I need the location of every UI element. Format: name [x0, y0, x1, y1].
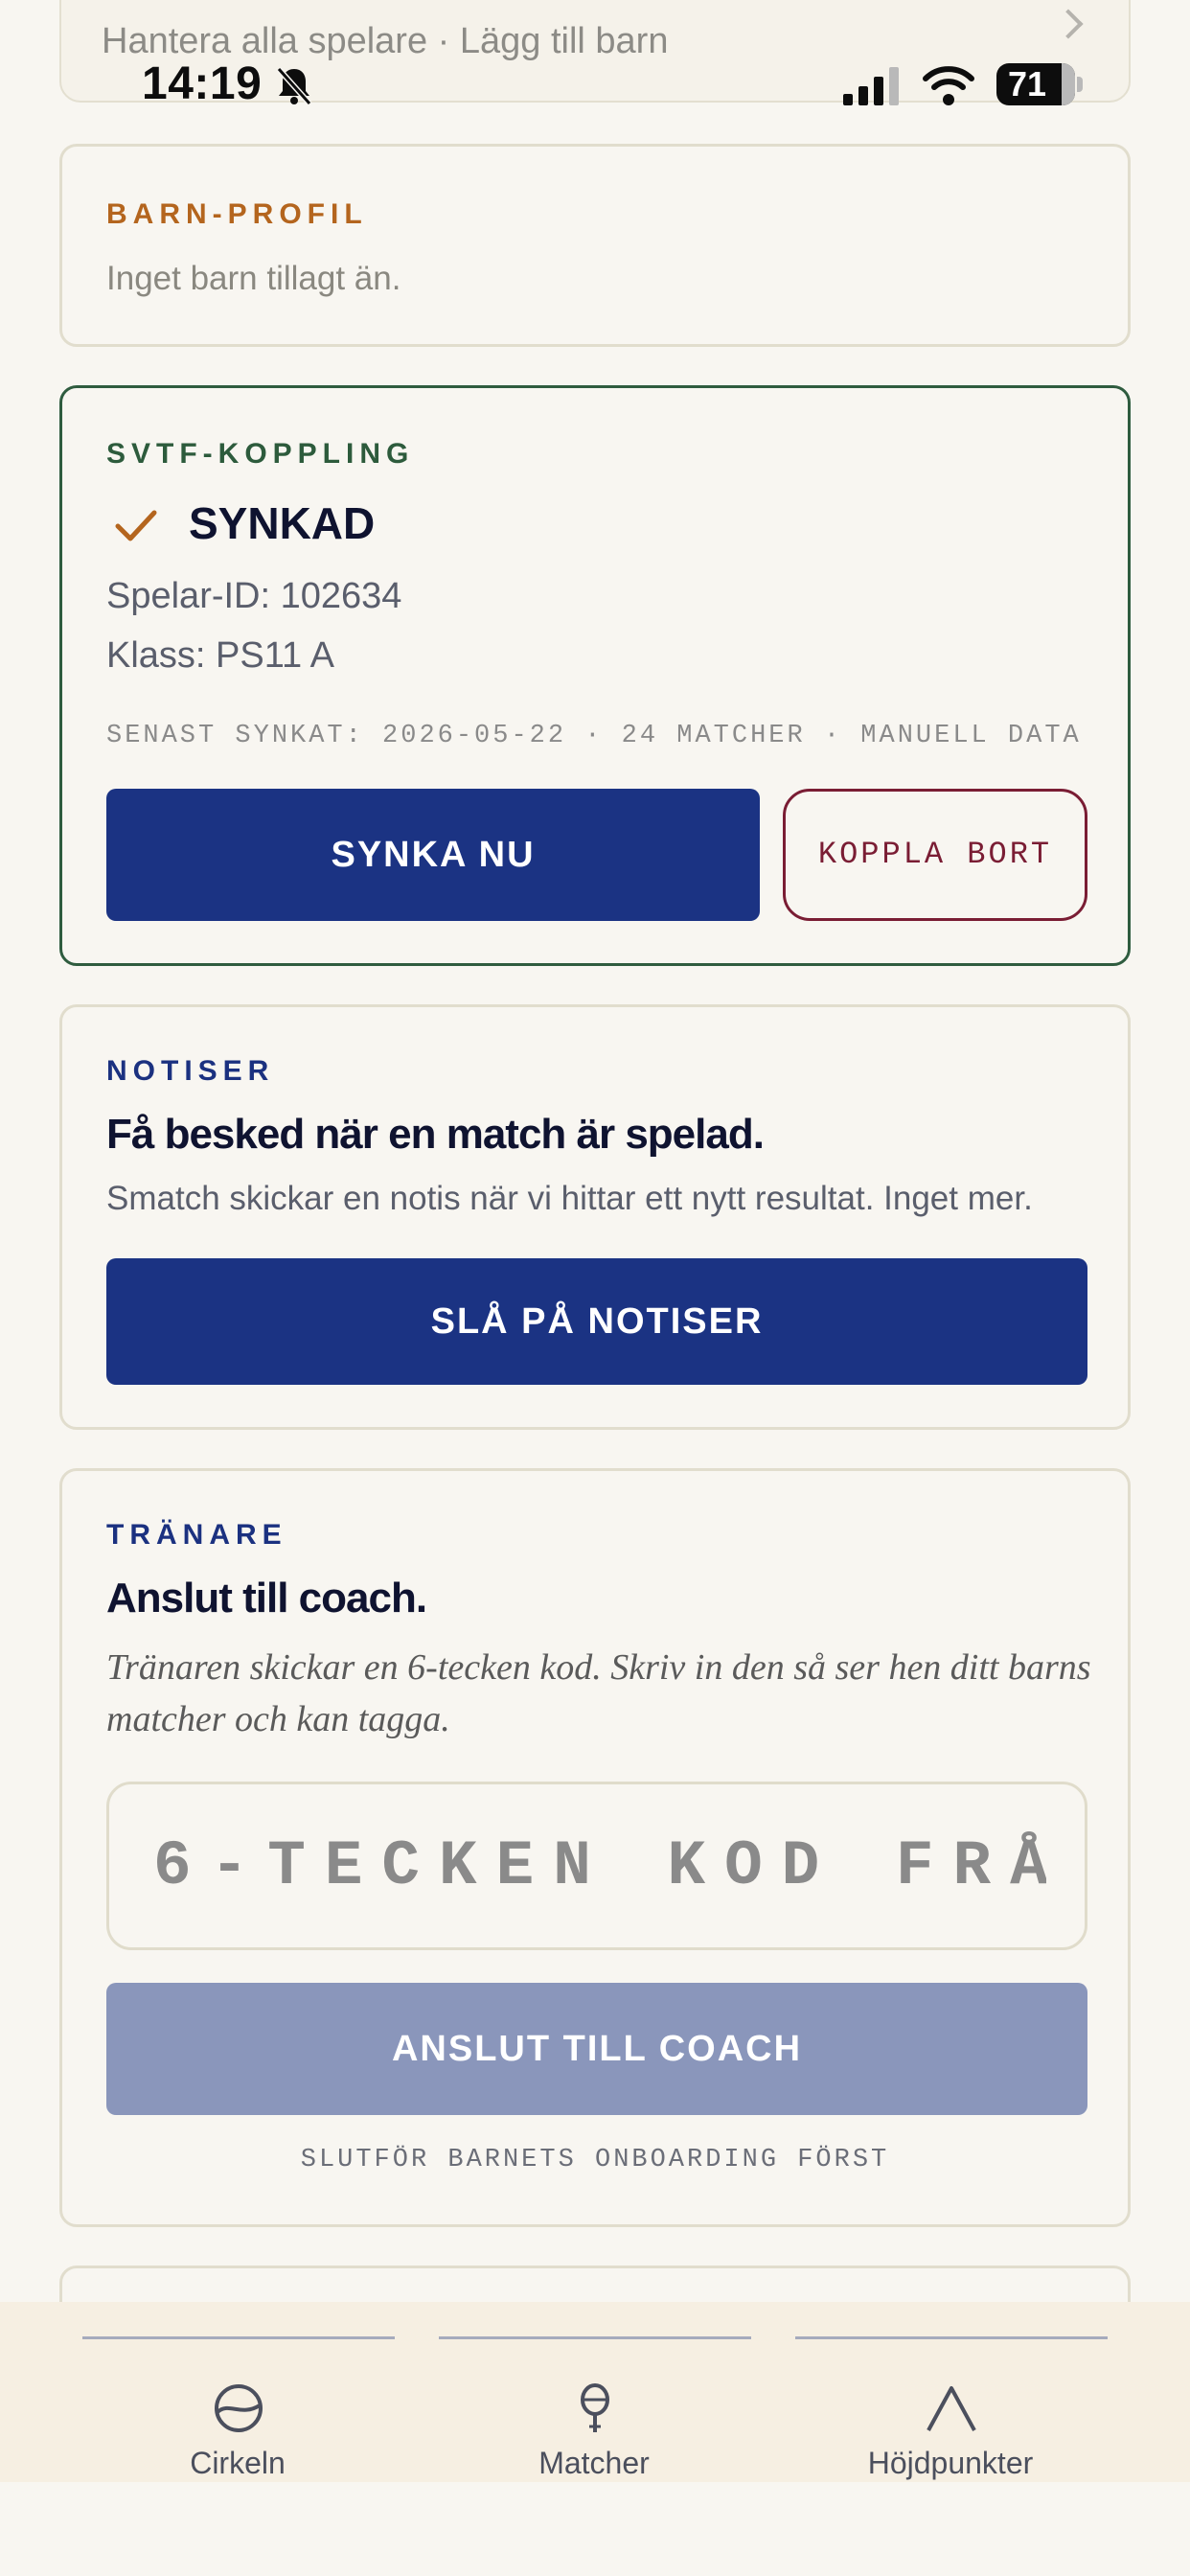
coach-description: Tränaren skickar en 6-tecken kod. Skriv …: [106, 1647, 1091, 1739]
peak-icon: [927, 2386, 976, 2431]
coach-heading: Anslut till coach.: [106, 1575, 427, 1622]
tab-divider: [439, 2336, 751, 2339]
tab-matcher[interactable]: Matcher: [416, 2302, 772, 2482]
status-bar: 14:19 71: [0, 56, 1190, 113]
circle-icon: [215, 2384, 263, 2432]
coach-hint: SLUTFÖR BARNETS ONBOARDING FÖRST: [300, 2146, 890, 2174]
tab-hojdpunkter[interactable]: Höjdpunkter: [772, 2302, 1129, 2482]
tab-label: Cirkeln: [190, 2446, 286, 2480]
coach-code-field[interactable]: [106, 1782, 1087, 1950]
notifications-card: NOTISER Få besked när en match är spelad…: [59, 1004, 1131, 1430]
status-time: 14:19: [142, 58, 263, 109]
bell-off-icon: [276, 67, 312, 105]
home-indicator-area: [0, 2482, 1190, 2576]
notifications-heading: Få besked när en match är spelad.: [106, 1111, 765, 1158]
child-profile-eyebrow: BARN-PROFIL: [106, 198, 368, 230]
tab-divider: [82, 2336, 395, 2339]
signal-icon: [843, 67, 899, 105]
svtf-eyebrow: SVTF-KOPPLING: [106, 438, 415, 470]
battery-tip: [1077, 77, 1083, 92]
chevron-right-icon: [1053, 9, 1084, 39]
wifi-icon: [923, 66, 974, 105]
child-profile-empty: Inget barn tillagt än.: [106, 260, 401, 297]
svtf-player-id: Spelar-ID: 102634: [106, 576, 402, 616]
coach-code-input[interactable]: [109, 1784, 1085, 1947]
notifications-eyebrow: NOTISER: [106, 1055, 275, 1087]
tab-cirkeln[interactable]: Cirkeln: [59, 2302, 416, 2482]
coach-card: TRÄNARE Anslut till coach. Tränaren skic…: [59, 1468, 1131, 2227]
connect-coach-button[interactable]: ANSLUT TILL COACH: [106, 1983, 1087, 2115]
svtf-status: SYNKAD: [189, 498, 376, 548]
check-icon: [115, 510, 157, 541]
sync-now-button[interactable]: SYNKA NU: [106, 789, 760, 921]
svtf-class: Klass: PS11 A: [106, 635, 334, 676]
enable-notifications-button[interactable]: SLÅ PÅ NOTISER: [106, 1258, 1087, 1385]
tab-label: Matcher: [538, 2446, 650, 2480]
battery-level: 71: [1008, 64, 1047, 104]
disconnect-button[interactable]: KOPPLA BORT: [783, 789, 1087, 921]
tab-label: Höjdpunkter: [867, 2446, 1034, 2480]
notifications-description: Smatch skickar en notis när vi hittar et…: [106, 1180, 1033, 1217]
svtf-sync-meta: SENAST SYNKAT: 2026-05-22 · 24 MATCHER ·…: [106, 722, 1082, 750]
battery-icon: 71: [996, 63, 1075, 105]
child-profile-card: BARN-PROFIL Inget barn tillagt än.: [59, 144, 1131, 347]
svtf-card: SVTF-KOPPLING SYNKAD Spelar-ID: 102634 K…: [59, 385, 1131, 966]
tab-divider: [795, 2336, 1108, 2339]
tab-bar: Cirkeln Matcher Höjdpunkter: [0, 2302, 1190, 2482]
racket-icon: [581, 2383, 609, 2432]
coach-eyebrow: TRÄNARE: [106, 1519, 287, 1551]
